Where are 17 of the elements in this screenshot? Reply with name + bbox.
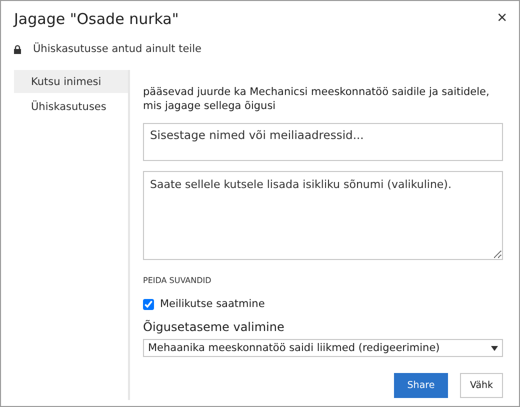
cancel-button[interactable]: Vähk	[460, 373, 503, 398]
hide-options-link[interactable]: PEIDA SUVANDID	[143, 276, 212, 285]
sharing-status: Ühiskasutusse antud ainult teile	[33, 43, 202, 55]
permission-label: Õigusetaseme valimine	[143, 320, 286, 334]
message-field[interactable]: Saate sellele kutsele lisada isikliku sõnumi (valikuline).	[143, 171, 503, 260]
close-button[interactable]: ×	[495, 10, 509, 26]
dialog-title: Jagage "Osade nurka"	[14, 10, 179, 28]
description-text: pääsevad juurde ka Mechanicsi meeskonnatöö saidile ja saitidele, mis jagage sellega õigusi	[143, 85, 490, 113]
caret-icon	[491, 346, 498, 350]
checkbox-label: Meilikutse saatmine	[160, 298, 265, 310]
names-field[interactable]: Sisestage nimed või meiliaadressid...	[143, 123, 503, 161]
lock-icon	[14, 44, 21, 54]
email-invite-checkbox[interactable]	[143, 298, 154, 310]
share-button[interactable]: Share	[394, 373, 448, 398]
nav-item[interactable]: Kutsu inimesi	[14, 70, 128, 93]
permission-dropdown[interactable]: Mehaanika meeskonnatöö saidi liikmed (redigeerimine)	[143, 339, 503, 357]
nav-item[interactable]: Ühiskasutuses	[14, 95, 128, 118]
